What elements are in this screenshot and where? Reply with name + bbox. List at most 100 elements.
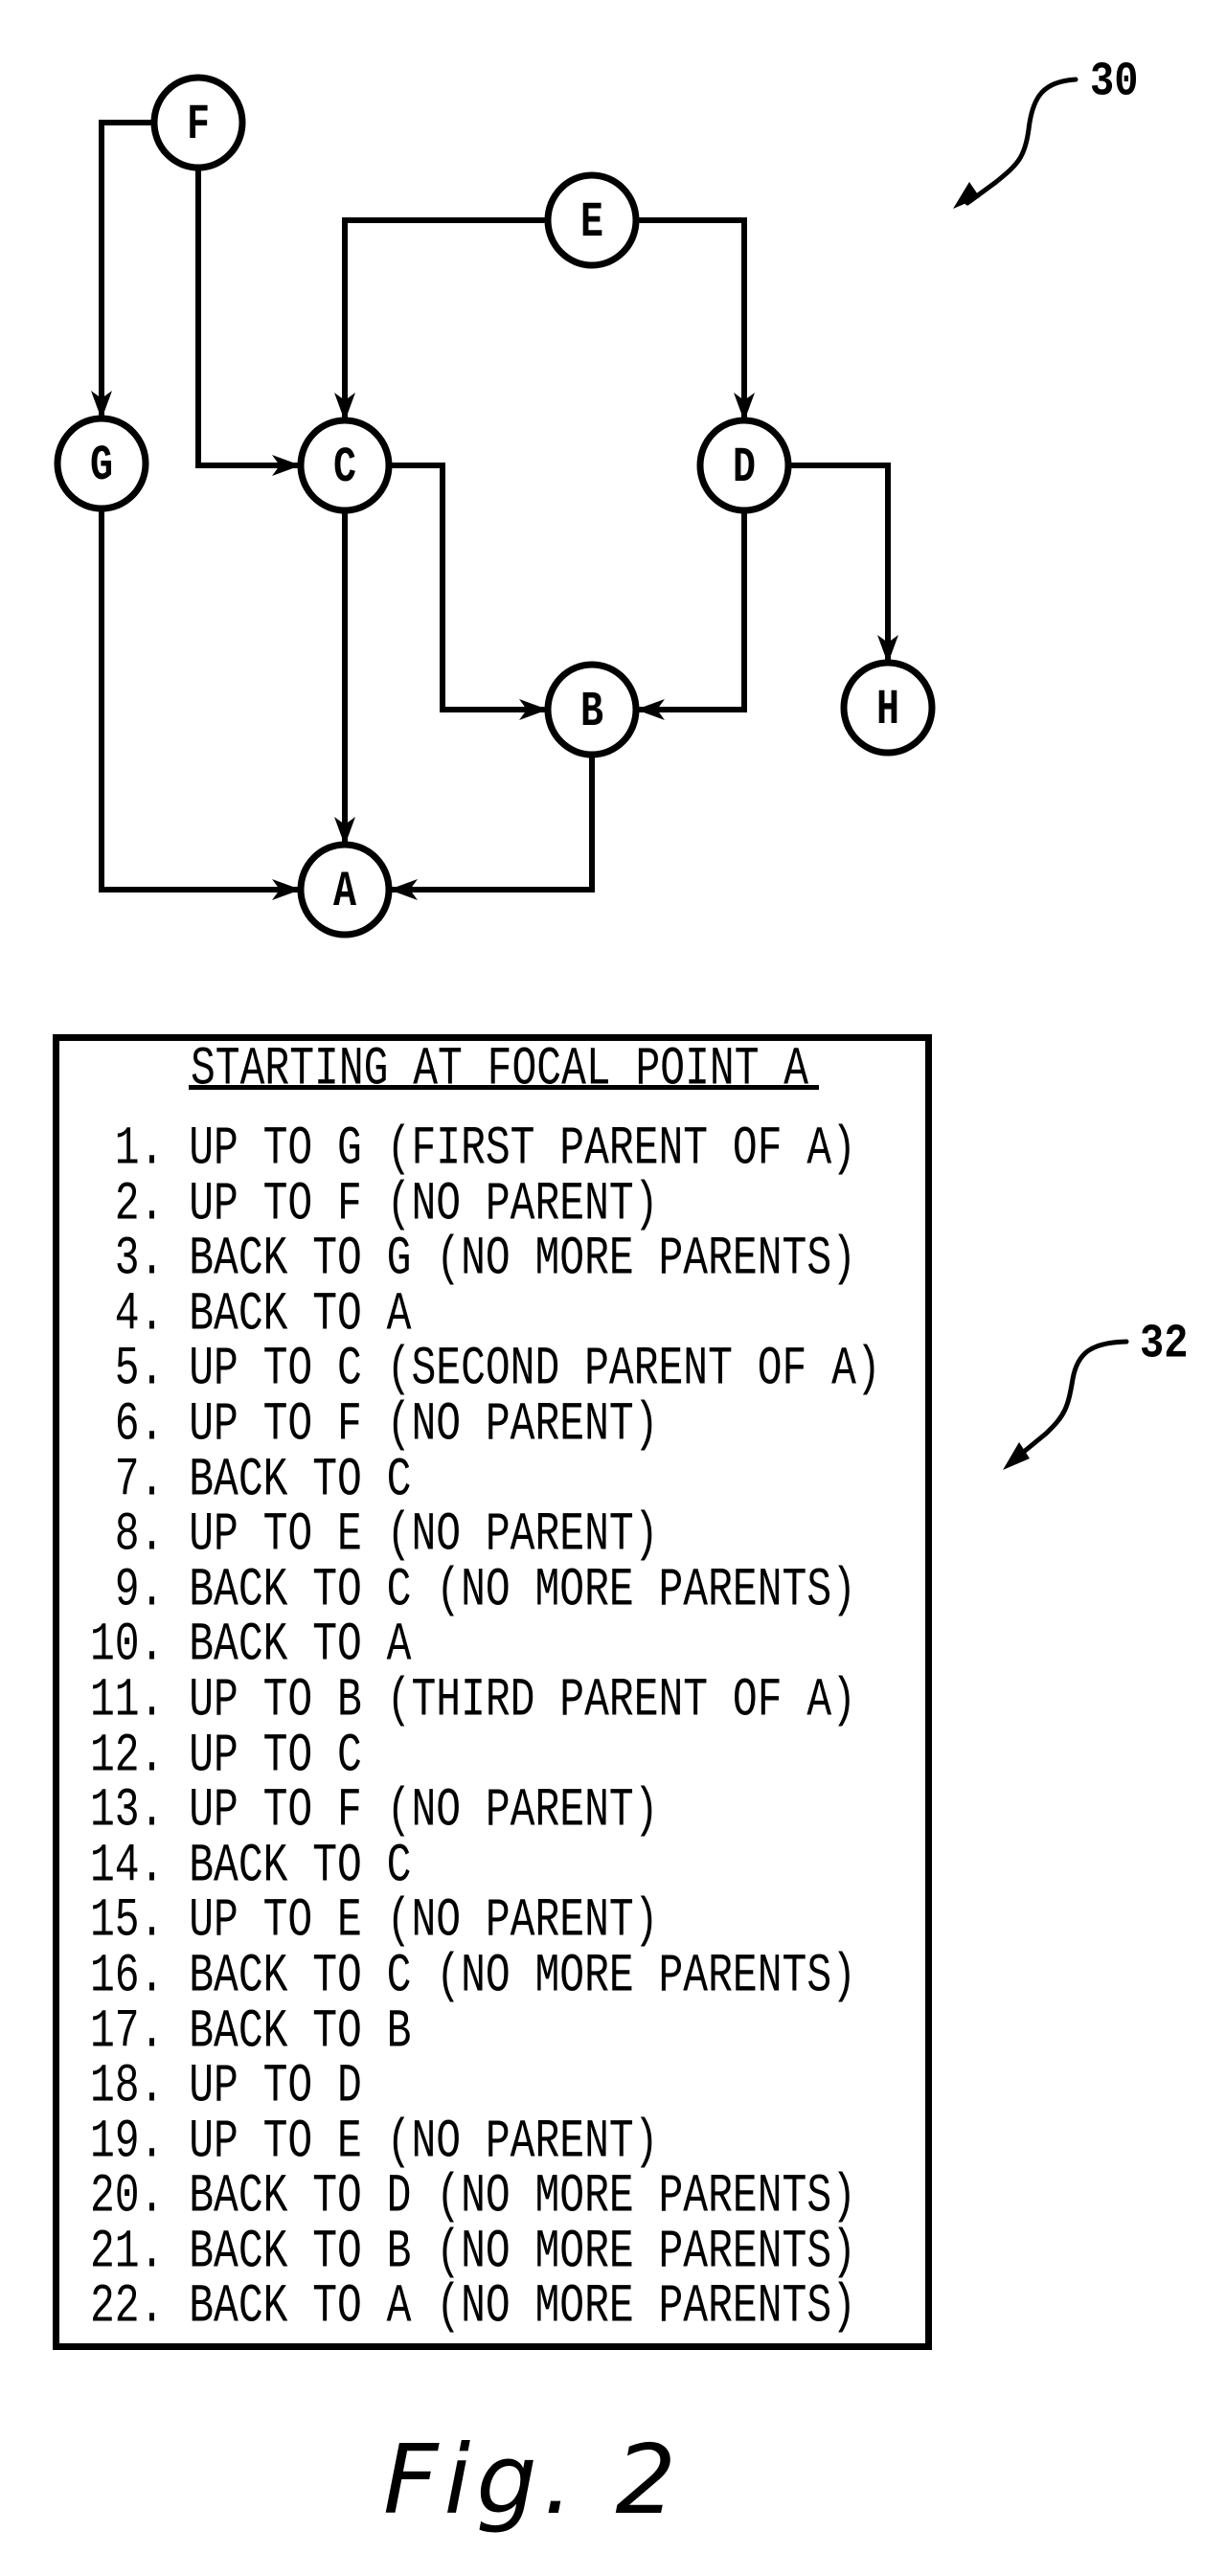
edge-d-to-h <box>785 463 891 667</box>
step-number: 12. <box>90 1724 165 1787</box>
step-text: BACK TO A (NO MORE PARENTS) <box>189 2275 856 2339</box>
step-text: BACK TO A <box>189 1282 412 1345</box>
node-label: D <box>733 439 756 495</box>
traversal-step: 9. BACK TO C (NO MORE PARENTS) <box>90 1563 881 1618</box>
traversal-step: 21. BACK TO B (NO MORE PARENTS) <box>90 2225 881 2280</box>
edge-e-to-d <box>633 217 747 424</box>
leader-line-32 <box>1016 1339 1129 1458</box>
node-label: E <box>580 193 603 250</box>
step-text: UP TO G (FIRST PARENT OF A) <box>189 1118 856 1180</box>
step-text: UP TO B (THIRD PARENT OF A) <box>189 1668 856 1731</box>
node-label: F <box>187 96 210 152</box>
node-label: C <box>333 439 356 495</box>
step-number: 17. <box>90 2000 165 2063</box>
step-number: 20. <box>90 2165 165 2228</box>
step-number: 1. <box>114 1118 165 1180</box>
traversal-step: 19. UP TO E (NO PARENT) <box>90 2114 881 2170</box>
step-text: UP TO E (NO PARENT) <box>189 2110 659 2173</box>
step-number: 13. <box>90 1779 165 1842</box>
step-text: UP TO E (NO PARENT) <box>189 1503 659 1566</box>
traversal-steps-list: 1. UP TO G (FIRST PARENT OF A) 2. UP TO F… <box>90 1121 881 2335</box>
graph-node-d: D <box>696 417 792 514</box>
step-number: 21. <box>90 2220 165 2283</box>
edge-c-to-b <box>386 463 551 712</box>
graph-node-c: C <box>297 417 393 514</box>
step-text: BACK TO C <box>189 1834 412 1897</box>
graph-node-a: A <box>297 841 393 938</box>
step-number: 6. <box>114 1393 165 1456</box>
step-text: BACK TO G (NO MORE PARENTS) <box>189 1228 856 1290</box>
step-number: 19. <box>90 2110 165 2173</box>
graph-node-b: B <box>544 661 640 758</box>
graph-node-g: G <box>54 415 149 512</box>
traversal-steps-box: STARTING AT FOCAL POINT A 1. UP TO G (FI… <box>53 1034 932 2350</box>
step-number: 4. <box>114 1282 165 1345</box>
step-text: UP TO F (NO PARENT) <box>189 1779 659 1842</box>
traversal-step: 16. BACK TO C (NO MORE PARENTS) <box>90 1949 881 2004</box>
edges-layer <box>91 120 898 900</box>
step-number: 22. <box>90 2275 165 2339</box>
step-text: UP TO D <box>189 2055 362 2117</box>
step-number: 8. <box>114 1503 165 1566</box>
traversal-step: 18. UP TO D <box>90 2059 881 2114</box>
step-number: 10. <box>90 1614 165 1677</box>
reference-numeral-30: 30 <box>1090 54 1139 109</box>
graph-node-f: F <box>150 74 246 171</box>
step-text: BACK TO D (NO MORE PARENTS) <box>189 2165 856 2228</box>
title-underline <box>189 1085 819 1090</box>
step-text: BACK TO B (NO MORE PARENTS) <box>189 2220 856 2283</box>
reference-numeral-32: 32 <box>1140 1316 1189 1371</box>
step-text: BACK TO B <box>189 2000 412 2063</box>
node-label: H <box>876 681 899 737</box>
traversal-step: 8. UP TO E (NO PARENT) <box>90 1507 881 1563</box>
step-number: 2. <box>114 1172 165 1235</box>
edge-b-to-a <box>386 751 595 893</box>
traversal-step: 2. UP TO F (NO PARENT) <box>90 1177 881 1232</box>
edge-e-to-c <box>342 217 551 424</box>
nodes-layer: F E G C D B H A <box>54 74 936 938</box>
traversal-step: 1. UP TO G (FIRST PARENT OF A) <box>90 1121 881 1177</box>
node-label: G <box>90 437 113 493</box>
traversal-step: 17. BACK TO B <box>90 2004 881 2060</box>
node-label: B <box>580 683 603 739</box>
graph-node-e: E <box>544 171 640 269</box>
graph-node-h: H <box>840 659 936 757</box>
step-text: UP TO C (SECOND PARENT OF A) <box>189 1338 881 1401</box>
step-text: UP TO F (NO PARENT) <box>189 1172 659 1235</box>
step-number: 15. <box>90 1889 165 1953</box>
traversal-step: 14. BACK TO C <box>90 1839 881 1894</box>
edge-f-to-g <box>99 120 157 422</box>
traversal-step: 20. BACK TO D (NO MORE PARENTS) <box>90 2169 881 2225</box>
step-number: 9. <box>114 1558 165 1621</box>
traversal-step: 3. BACK TO G (NO MORE PARENTS) <box>90 1232 881 1287</box>
step-text: UP TO F (NO PARENT) <box>189 1393 659 1456</box>
edge-d-to-b <box>633 507 747 712</box>
traversal-step: 5. UP TO C (SECOND PARENT OF A) <box>90 1342 881 1397</box>
node-label: A <box>333 863 356 919</box>
dependency-graph: F E G C D B H A <box>54 74 936 938</box>
traversal-step: 4. BACK TO A <box>90 1287 881 1343</box>
step-text: UP TO C <box>189 1724 362 1787</box>
edge-f-to-c <box>195 164 304 468</box>
step-number: 11. <box>90 1668 165 1731</box>
step-number: 3. <box>114 1228 165 1290</box>
traversal-step: 7. BACK TO C <box>90 1453 881 1508</box>
step-number: 14. <box>90 1834 165 1897</box>
traversal-step: 15. UP TO E (NO PARENT) <box>90 1893 881 1949</box>
traversal-step: 6. UP TO F (NO PARENT) <box>90 1397 881 1453</box>
step-number: 18. <box>90 2055 165 2117</box>
traversal-step: 11. UP TO B (THIRD PARENT OF A) <box>90 1673 881 1729</box>
traversal-step: 22. BACK TO A (NO MORE PARENTS) <box>90 2279 881 2335</box>
edge-g-to-a <box>99 505 304 893</box>
figure-caption: Fig. 2 <box>383 2424 682 2536</box>
step-text: BACK TO A <box>189 1614 412 1677</box>
traversal-step: 10. BACK TO A <box>90 1617 881 1673</box>
step-number: 5. <box>114 1338 165 1401</box>
step-text: BACK TO C <box>189 1448 412 1511</box>
step-text: BACK TO C (NO MORE PARENTS) <box>189 1558 856 1621</box>
traversal-step: 13. UP TO F (NO PARENT) <box>90 1783 881 1839</box>
step-number: 7. <box>114 1448 165 1511</box>
step-text: BACK TO C (NO MORE PARENTS) <box>189 1944 856 2007</box>
step-number: 16. <box>90 1944 165 2007</box>
traversal-step: 12. UP TO C <box>90 1729 881 1784</box>
